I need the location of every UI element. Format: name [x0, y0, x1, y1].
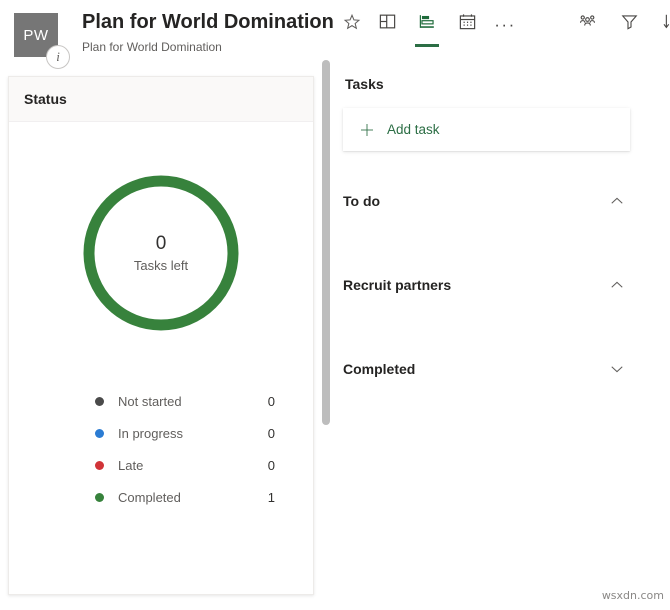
legend-item-in-progress: In progress 0: [95, 417, 275, 449]
legend-value-late: 0: [267, 457, 275, 473]
status-donut-chart: 0 Tasks left: [81, 173, 241, 333]
group-by-people-icon[interactable]: [572, 8, 602, 42]
bucket-name-to-do: To do: [343, 193, 381, 209]
charts-view-icon[interactable]: [412, 8, 442, 47]
legend-value-not-started: 0: [267, 393, 275, 409]
app-header: PW i Plan for World Domination Plan for …: [0, 0, 670, 69]
donut-center-value: 0: [155, 233, 167, 254]
vertical-scrollbar[interactable]: [322, 60, 330, 425]
more-options-icon[interactable]: ···: [492, 8, 518, 40]
bucket-name-recruit-partners: Recruit partners: [343, 277, 452, 293]
sort-descending-icon[interactable]: [656, 8, 670, 42]
donut-center-text: 0 Tasks left: [81, 173, 241, 333]
donut-center-label: Tasks left: [133, 258, 189, 273]
add-task-button[interactable]: Add task: [343, 108, 630, 151]
legend-dot-in-progress: [95, 428, 104, 438]
chevron-up-icon[interactable]: [608, 276, 626, 294]
legend-dot-completed: [95, 492, 104, 502]
filter-funnel-icon[interactable]: [614, 8, 644, 42]
bucket-header-completed[interactable]: Completed: [343, 360, 630, 378]
tasks-heading: Tasks: [345, 76, 384, 92]
plan-title-block: Plan for World Domination Plan for World…: [82, 10, 361, 54]
bucket-name-completed: Completed: [343, 361, 416, 377]
legend-label-in-progress: In progress: [118, 425, 184, 441]
tasks-panel: Tasks Add task To do Recruit partners Co…: [343, 76, 643, 378]
add-task-label: Add task: [387, 122, 440, 137]
plus-icon: [359, 122, 375, 138]
chevron-down-icon[interactable]: [608, 360, 626, 378]
toolbar-actions: [572, 8, 670, 42]
info-icon[interactable]: i: [46, 45, 70, 69]
legend-value-in-progress: 0: [267, 425, 275, 441]
avatar-initials: PW: [23, 26, 49, 44]
legend-item-late: Late 0: [95, 449, 275, 481]
page-title: Plan for World Domination: [82, 11, 334, 33]
legend-dot-late: [95, 460, 104, 470]
schedule-calendar-icon[interactable]: [452, 8, 482, 42]
legend-value-completed: 1: [267, 489, 275, 505]
status-chart-card: Status 0 Tasks left Not started 0 In pro…: [8, 76, 314, 595]
view-switcher: ···: [372, 8, 518, 47]
plan-subtitle: Plan for World Domination: [82, 40, 222, 54]
legend-item-completed: Completed 1: [95, 481, 275, 513]
status-card-title: Status: [24, 91, 67, 107]
legend-label-completed: Completed: [118, 489, 181, 505]
status-legend: Not started 0 In progress 0 Late 0 Compl…: [9, 385, 313, 513]
board-view-icon[interactable]: [372, 8, 402, 42]
bucket-header-recruit-partners[interactable]: Recruit partners: [343, 276, 630, 294]
star-outline-icon[interactable]: [343, 13, 361, 31]
legend-label-late: Late: [118, 457, 144, 473]
legend-dot-not-started: [95, 396, 104, 406]
status-card-header: Status: [9, 77, 313, 122]
legend-item-not-started: Not started 0: [95, 385, 275, 417]
chevron-up-icon[interactable]: [608, 192, 626, 210]
bucket-header-to-do[interactable]: To do: [343, 192, 630, 210]
legend-label-not-started: Not started: [118, 393, 182, 409]
watermark: wsxdn.com: [601, 589, 664, 602]
